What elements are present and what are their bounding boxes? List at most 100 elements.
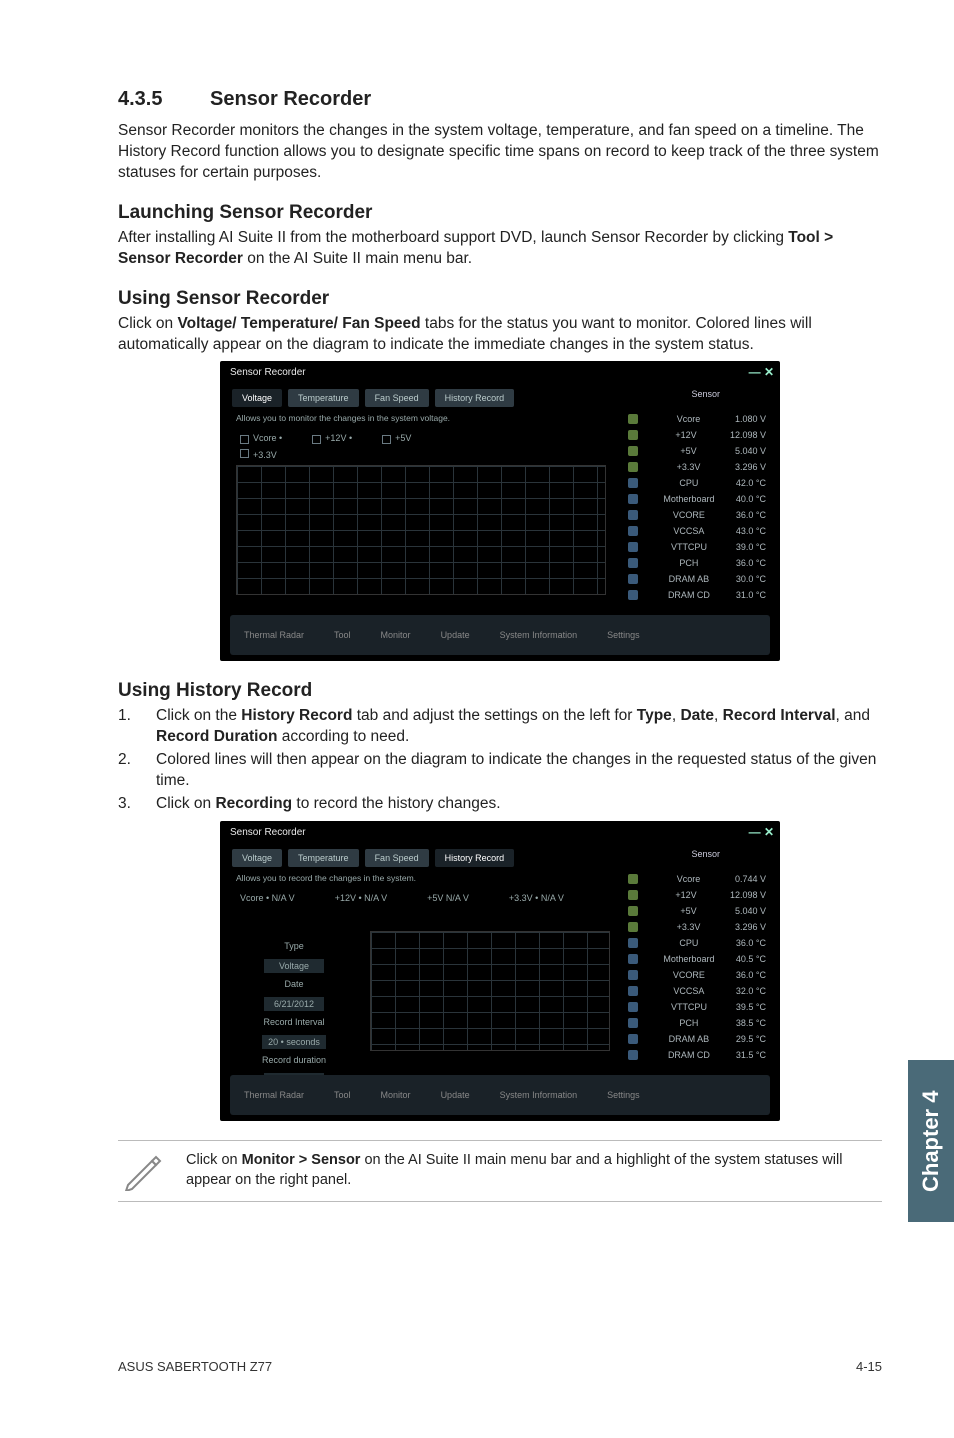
- note-text: Click on Monitor > Sensor on the AI Suit…: [186, 1151, 878, 1190]
- type-select[interactable]: Voltage: [264, 959, 324, 973]
- step-3: 3. Click on Recording to record the hist…: [118, 794, 882, 815]
- launch-heading: Launching Sensor Recorder: [118, 202, 882, 224]
- bottom-item[interactable]: Monitor: [381, 630, 411, 640]
- bottom-item[interactable]: Update: [441, 1090, 470, 1100]
- tab-temperature[interactable]: Temperature: [288, 389, 359, 407]
- sensor-row: VCCSA32.0 °C: [622, 983, 772, 999]
- screenshot-sensor-recorder-voltage: Sensor Recorder — ✕ Voltage Temperature …: [220, 361, 780, 661]
- page-footer: ASUS SABERTOOTH Z77 4-15: [118, 1359, 882, 1374]
- chart-area: [236, 465, 606, 595]
- app-title: Sensor Recorder: [230, 827, 306, 838]
- sensor-icon: [628, 478, 638, 488]
- sensor-row: +5V5.040 V: [622, 443, 772, 459]
- sensor-row: Vcore1.080 V: [622, 411, 772, 427]
- tab-history-record[interactable]: History Record: [435, 849, 515, 867]
- history-steps: 1. Click on the History Record tab and a…: [118, 706, 882, 815]
- step-2: 2. Colored lines will then appear on the…: [118, 750, 882, 792]
- tab-voltage[interactable]: Voltage: [232, 849, 282, 867]
- sensor-sidebar: Vcore0.744 V +12V12.098 V +5V5.040 V +3.…: [622, 871, 772, 1063]
- checkbox-icon[interactable]: [240, 449, 249, 458]
- bottom-item[interactable]: Update: [441, 630, 470, 640]
- field-5v: +5V N/A V: [427, 893, 469, 903]
- sensor-icon: [628, 590, 638, 600]
- bottom-item[interactable]: Tool: [334, 1090, 351, 1100]
- bottom-item[interactable]: Monitor: [381, 1090, 411, 1100]
- bottom-item[interactable]: Settings: [607, 630, 640, 640]
- sensor-icon: [628, 510, 638, 520]
- duration-label: Record duration: [234, 1055, 354, 1065]
- screenshot-sensor-recorder-history: Sensor Recorder — ✕ Voltage Temperature …: [220, 821, 780, 1121]
- sensor-row: DRAM CD31.0 °C: [622, 587, 772, 603]
- check-5v[interactable]: +5V: [395, 433, 411, 443]
- footer-page-number: 4-15: [856, 1359, 882, 1374]
- sensor-icon: [628, 558, 638, 568]
- tab-history-record[interactable]: History Record: [435, 389, 515, 407]
- sensor-icon: [628, 970, 638, 980]
- app-title: Sensor Recorder: [230, 367, 306, 378]
- tab-temperature[interactable]: Temperature: [288, 849, 359, 867]
- sensor-row: DRAM AB29.5 °C: [622, 1031, 772, 1047]
- sensor-panel-header: Sensor: [691, 849, 720, 859]
- bottom-item[interactable]: System Information: [500, 1090, 578, 1100]
- checkbox-icon[interactable]: [382, 435, 391, 444]
- interval-label: Record Interval: [234, 1017, 354, 1027]
- date-input[interactable]: 6/21/2012: [264, 997, 324, 1011]
- launch-text-post: on the AI Suite II main menu bar.: [243, 250, 472, 267]
- sensor-icon: [628, 890, 638, 900]
- sensor-row: PCH36.0 °C: [622, 555, 772, 571]
- interval-input[interactable]: 20 • seconds: [262, 1035, 326, 1049]
- sensor-row: PCH38.5 °C: [622, 1015, 772, 1031]
- check-3v3[interactable]: +3.3V: [253, 450, 277, 460]
- sensor-row: DRAM CD31.5 °C: [622, 1047, 772, 1063]
- check-12v[interactable]: +12V •: [325, 433, 352, 443]
- voltage-readouts: Vcore • N/A V +12V • N/A V +5V N/A V +3.…: [240, 893, 600, 903]
- checkbox-icon[interactable]: [312, 435, 321, 444]
- section-heading: 4.3.5Sensor Recorder: [118, 88, 882, 111]
- sensor-icon: [628, 446, 638, 456]
- tab-fan-speed[interactable]: Fan Speed: [365, 849, 429, 867]
- sensor-row: +3.3V3.296 V: [622, 919, 772, 935]
- field-3v3: +3.3V • N/A V: [509, 893, 564, 903]
- sensor-icon: [628, 874, 638, 884]
- close-icon[interactable]: — ✕: [749, 365, 774, 379]
- close-icon[interactable]: — ✕: [749, 825, 774, 839]
- sensor-icon: [628, 526, 638, 536]
- sensor-icon: [628, 1050, 638, 1060]
- sensor-row: Motherboard40.5 °C: [622, 951, 772, 967]
- bottom-item[interactable]: Tool: [334, 630, 351, 640]
- bottom-item[interactable]: Thermal Radar: [244, 630, 304, 640]
- step-1: 1. Click on the History Record tab and a…: [118, 706, 882, 748]
- note-box: Click on Monitor > Sensor on the AI Suit…: [118, 1140, 882, 1202]
- using-paragraph: Click on Voltage/ Temperature/ Fan Speed…: [118, 314, 882, 356]
- chapter-tab: Chapter 4: [908, 1060, 954, 1222]
- sensor-row: VTTCPU39.5 °C: [622, 999, 772, 1015]
- bottom-item[interactable]: System Information: [500, 630, 578, 640]
- section-title: Sensor Recorder: [210, 88, 371, 110]
- sensor-icon: [628, 986, 638, 996]
- sensor-row: CPU42.0 °C: [622, 475, 772, 491]
- sensor-icon: [628, 574, 638, 584]
- bottom-item[interactable]: Thermal Radar: [244, 1090, 304, 1100]
- tab-bar: Voltage Temperature Fan Speed History Re…: [232, 389, 514, 407]
- sensor-row: CPU36.0 °C: [622, 935, 772, 951]
- intro-paragraph: Sensor Recorder monitors the changes in …: [118, 121, 882, 184]
- sensor-panel-header: Sensor: [691, 389, 720, 399]
- tab-description: Allows you to monitor the changes in the…: [236, 413, 450, 423]
- sensor-icon: [628, 414, 638, 424]
- field-12v: +12V • N/A V: [335, 893, 387, 903]
- sensor-row: DRAM AB30.0 °C: [622, 571, 772, 587]
- voltage-checkboxes: Vcore • +12V • +5V: [240, 433, 411, 443]
- checkbox-icon[interactable]: [240, 435, 249, 444]
- sensor-icon: [628, 954, 638, 964]
- sensor-icon: [628, 462, 638, 472]
- sensor-row: VCCSA43.0 °C: [622, 523, 772, 539]
- using-heading: Using Sensor Recorder: [118, 288, 882, 310]
- sensor-icon: [628, 1034, 638, 1044]
- tab-fan-speed[interactable]: Fan Speed: [365, 389, 429, 407]
- launch-text-pre: After installing AI Suite II from the mo…: [118, 229, 788, 246]
- check-vcore[interactable]: Vcore •: [253, 433, 282, 443]
- bottom-item[interactable]: Settings: [607, 1090, 640, 1100]
- sensor-row: VCORE36.0 °C: [622, 507, 772, 523]
- tab-voltage[interactable]: Voltage: [232, 389, 282, 407]
- sensor-row: Vcore0.744 V: [622, 871, 772, 887]
